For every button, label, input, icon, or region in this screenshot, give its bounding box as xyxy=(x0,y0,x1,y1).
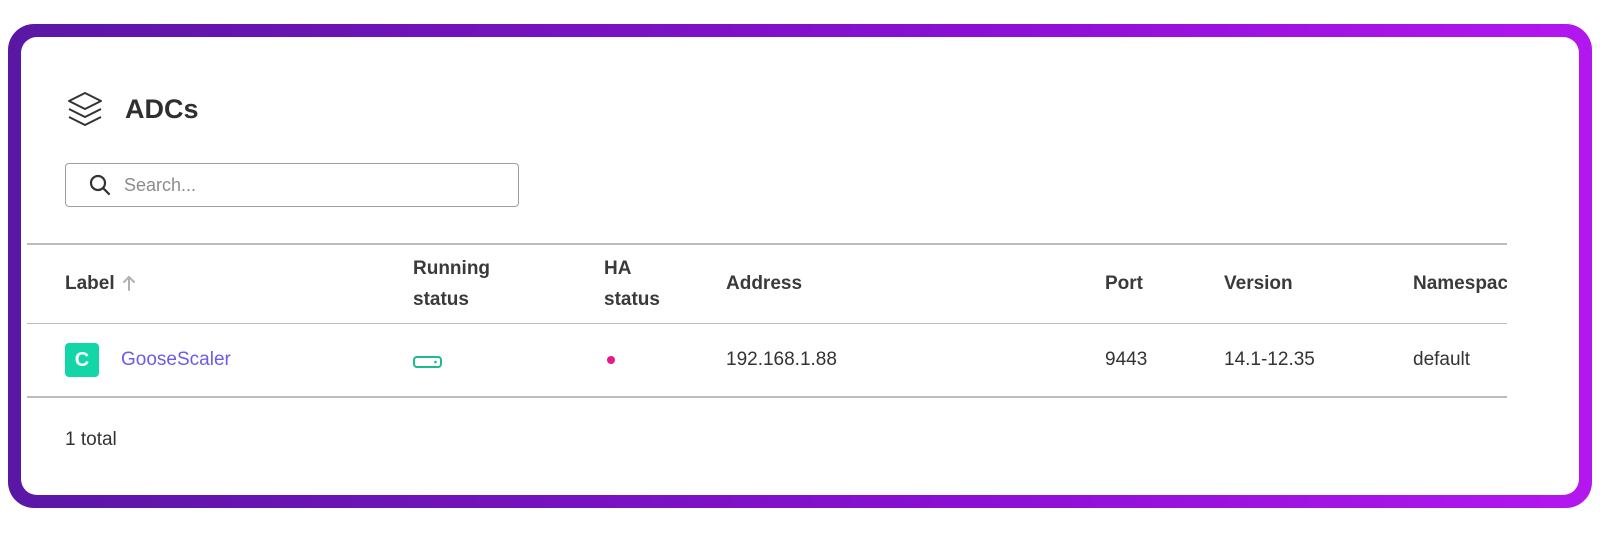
label-cell: C GooseScaler xyxy=(65,324,231,396)
column-header-namespace[interactable]: Namespac xyxy=(1413,268,1507,299)
version-cell: 14.1-12.35 xyxy=(1224,349,1315,370)
page-header: ADCs xyxy=(65,89,199,129)
column-header-label[interactable]: Label xyxy=(65,268,137,299)
window-frame: ADCs Label Running status HA status Addr… xyxy=(8,24,1592,508)
layers-icon xyxy=(65,89,105,129)
table-header: Label Running status HA status Address P… xyxy=(27,245,1507,323)
search-input[interactable] xyxy=(122,173,506,197)
search-field[interactable] xyxy=(65,163,519,207)
adc-type-badge: C xyxy=(65,343,99,377)
column-header-address[interactable]: Address xyxy=(726,268,802,299)
search-icon xyxy=(88,173,112,197)
column-header-label-text: Label xyxy=(65,272,115,294)
running-status-cell xyxy=(413,324,443,396)
adcs-table: Label Running status HA status Address P… xyxy=(27,243,1507,398)
address-cell: 192.168.1.88 xyxy=(726,349,837,370)
page-title: ADCs xyxy=(125,93,199,124)
column-header-version[interactable]: Version xyxy=(1224,268,1293,299)
server-status-icon xyxy=(413,353,443,368)
port-cell: 9443 xyxy=(1105,349,1148,370)
adc-label-link[interactable]: GooseScaler xyxy=(121,349,231,371)
table-bottom-divider xyxy=(27,396,1507,398)
column-header-running-status[interactable]: Running status xyxy=(413,253,490,315)
ha-status-cell xyxy=(607,324,615,396)
arrow-up-icon[interactable] xyxy=(121,271,137,291)
namespace-cell: default xyxy=(1413,349,1471,370)
status-dot-icon xyxy=(607,356,615,364)
adcs-panel: ADCs Label Running status HA status Addr… xyxy=(21,37,1579,495)
column-header-ha-status[interactable]: HA status xyxy=(604,253,660,315)
column-header-port[interactable]: Port xyxy=(1105,268,1143,299)
table-row[interactable]: C GooseScaler 192.168.1.88 9443 14.1-12.… xyxy=(27,324,1507,396)
total-count: 1 total xyxy=(65,429,117,450)
